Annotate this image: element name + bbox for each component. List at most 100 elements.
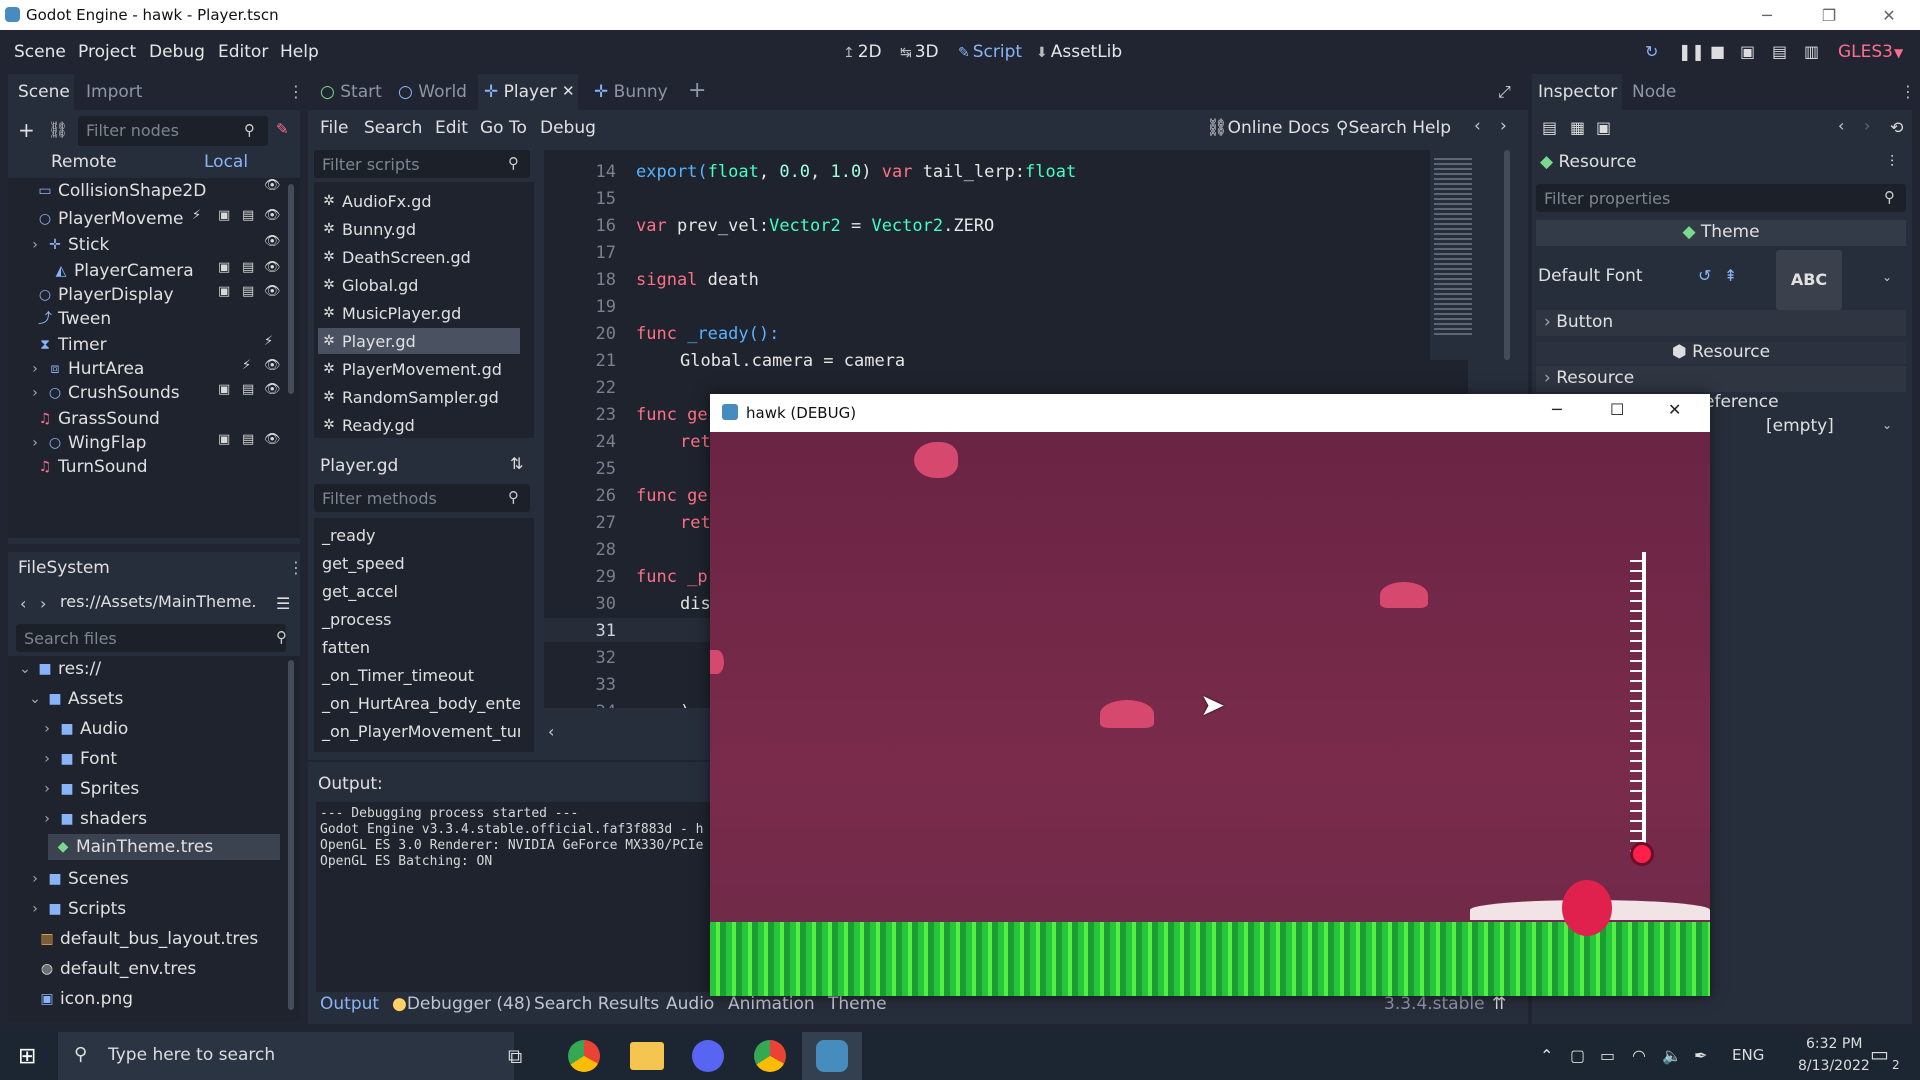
volume-icon[interactable]: 🔈 bbox=[1662, 1046, 1682, 1065]
link-icon[interactable]: ⛓ bbox=[48, 120, 68, 139]
method-item[interactable]: _on_Timer_timeout bbox=[318, 662, 520, 688]
forward-icon[interactable]: › bbox=[40, 594, 46, 613]
menu-debug[interactable]: Debug bbox=[149, 42, 205, 62]
workspace-script[interactable]: ✎ Script bbox=[958, 42, 1022, 62]
fs-icon-png[interactable]: ▣ icon.png bbox=[40, 986, 133, 1012]
visibility-icon[interactable]: 👁 bbox=[264, 260, 281, 275]
visibility-icon[interactable]: 👁 bbox=[264, 208, 281, 223]
workspace-3d[interactable]: ↹ 3D bbox=[900, 42, 939, 62]
battery-icon[interactable]: ▭ bbox=[1600, 1046, 1615, 1065]
method-item[interactable]: get_accel bbox=[318, 578, 520, 604]
fs-scenes[interactable]: › ■ Scenes bbox=[28, 866, 129, 892]
fs-default-env[interactable]: ◍ default_env.tres bbox=[40, 956, 196, 982]
button-section[interactable]: › Button bbox=[1536, 310, 1906, 336]
clock-time[interactable]: 6:32 PM bbox=[1806, 1036, 1862, 1052]
tab-import[interactable]: Import bbox=[86, 82, 142, 102]
history-icon[interactable]: ⟲ bbox=[1890, 118, 1903, 137]
tab-theme[interactable]: Theme bbox=[828, 994, 887, 1014]
fs-maintheme[interactable]: ◆ MainTheme.tres bbox=[48, 834, 280, 860]
edited-resource[interactable]: ◆ Resource bbox=[1540, 152, 1636, 172]
method-item[interactable]: fatten bbox=[318, 634, 520, 660]
script-item[interactable]: ✲ Bunny.gd bbox=[318, 216, 520, 242]
search-help-button[interactable]: ⚲Search Help bbox=[1336, 118, 1451, 138]
fs-assets[interactable]: ⌄ ■ Assets bbox=[28, 686, 123, 712]
node-timer[interactable]: ⧗ Timer bbox=[38, 332, 107, 358]
chevron-up-icon[interactable]: ⌃ bbox=[1540, 1046, 1553, 1065]
game-debug-window[interactable]: hawk (DEBUG) ─ ☐ ✕ ➤ bbox=[710, 394, 1710, 996]
filter-scripts-input[interactable]: Filter scripts bbox=[314, 150, 530, 178]
maximize-icon[interactable]: ☐ bbox=[1610, 400, 1624, 419]
save-icon[interactable]: ▣ bbox=[1596, 118, 1611, 137]
script-menu-edit[interactable]: Edit bbox=[435, 118, 468, 138]
remote-tab[interactable]: Remote bbox=[51, 152, 117, 172]
scrollbar[interactable] bbox=[1504, 150, 1510, 360]
movie-icon[interactable]: ▥ bbox=[1804, 42, 1819, 61]
node-tween[interactable]: ⤴ Tween bbox=[38, 306, 111, 332]
minimap[interactable] bbox=[1430, 150, 1476, 360]
font-preview[interactable]: ABC bbox=[1776, 250, 1842, 310]
script-item[interactable]: ✲ MusicPlayer.gd bbox=[318, 300, 520, 326]
method-item[interactable]: get_speed bbox=[318, 550, 520, 576]
script-icon[interactable]: ▤ bbox=[242, 260, 254, 275]
tab-output[interactable]: Output bbox=[320, 994, 379, 1014]
add-node-icon[interactable]: + bbox=[18, 118, 35, 142]
chrome-icon[interactable] bbox=[754, 1040, 786, 1072]
node-hurtarea[interactable]: › ⧈ HurtArea bbox=[28, 356, 144, 382]
node-playercamera[interactable]: ◭ PlayerCamera bbox=[54, 258, 194, 284]
stop-icon[interactable]: ■ bbox=[1710, 42, 1725, 61]
play-scene-icon[interactable]: ▣ bbox=[1740, 42, 1755, 61]
filter-methods-input[interactable]: Filter methods bbox=[314, 484, 530, 512]
node-turnsound[interactable]: ♫ TurnSound bbox=[38, 454, 148, 480]
minimize-icon[interactable]: ─ bbox=[1744, 0, 1790, 30]
sort-icon[interactable]: ⇅ bbox=[510, 454, 523, 473]
tab-inspector[interactable]: Inspector bbox=[1538, 82, 1617, 102]
chevron-down-icon[interactable]: ⌄ bbox=[1882, 270, 1892, 284]
tab-search-results[interactable]: Search Results bbox=[534, 994, 659, 1014]
filter-properties-input[interactable]: Filter properties bbox=[1536, 184, 1906, 212]
collapse-panel-icon[interactable]: ‹ bbox=[548, 722, 554, 741]
method-item[interactable]: _on_PlayerMovement_turn bbox=[318, 718, 520, 744]
pin-icon[interactable]: ⇞ bbox=[1724, 266, 1737, 285]
script-menu-file[interactable]: File bbox=[320, 118, 348, 138]
fs-default-bus-layout[interactable]: ▥ default_bus_layout.tres bbox=[40, 926, 258, 952]
workspace-assetlib[interactable]: ⬇ AssetLib bbox=[1036, 42, 1122, 62]
new-resource-icon[interactable]: ▤ bbox=[1542, 118, 1557, 137]
script-item[interactable]: ✲ RandomSampler.gd bbox=[318, 384, 520, 410]
back-icon[interactable]: ‹ bbox=[20, 594, 26, 613]
tab-animation[interactable]: Animation bbox=[728, 994, 815, 1014]
fs-shaders[interactable]: › ■ shaders bbox=[40, 806, 147, 832]
tab-start[interactable]: ○ Start bbox=[320, 82, 382, 102]
tray-icon[interactable]: ▢ bbox=[1570, 1046, 1585, 1065]
fs-font[interactable]: › ■ Font bbox=[40, 746, 117, 772]
node-wingflap[interactable]: › ○ WingFlap bbox=[28, 430, 146, 456]
node-playerdisplay[interactable]: ○ PlayerDisplay bbox=[38, 282, 174, 308]
pause-icon[interactable]: ❚❚ bbox=[1678, 42, 1705, 61]
chevron-down-icon[interactable]: ⌄ bbox=[1882, 418, 1892, 432]
script-menu-debug[interactable]: Debug bbox=[540, 118, 596, 138]
node-collisionshape2d[interactable]: ▭ CollisionShape2D bbox=[38, 178, 206, 204]
back-icon[interactable]: ‹ bbox=[1474, 116, 1481, 136]
play-custom-icon[interactable]: ▤ bbox=[1772, 42, 1787, 61]
method-item[interactable]: _on_HurtArea_body_entere bbox=[318, 690, 520, 716]
script-item-selected[interactable]: ✲ Player.gd bbox=[318, 328, 520, 354]
open-folder-icon[interactable]: ▦ bbox=[1570, 118, 1585, 137]
local-tab[interactable]: Local bbox=[204, 152, 248, 172]
tab-node[interactable]: Node bbox=[1632, 82, 1676, 102]
menu-dots-icon[interactable]: ⋮ bbox=[1900, 82, 1916, 101]
resource-section[interactable]: › Resource bbox=[1536, 366, 1906, 392]
script-item[interactable]: ✲ AudioFx.gd bbox=[318, 188, 520, 214]
online-docs-button[interactable]: ⛓Online Docs bbox=[1206, 118, 1330, 138]
script-icon[interactable]: ▤ bbox=[242, 284, 254, 299]
fs-res[interactable]: ⌄ ■ res:// bbox=[18, 656, 101, 682]
script-attach-icon[interactable]: ✎ bbox=[276, 120, 289, 138]
menu-editor[interactable]: Editor bbox=[218, 42, 268, 62]
close-icon[interactable]: ✕ bbox=[1866, 0, 1912, 30]
renderer-select[interactable]: GLES3 bbox=[1838, 42, 1893, 62]
forward-icon[interactable]: › bbox=[1500, 116, 1507, 136]
visibility-icon[interactable]: 👁 bbox=[264, 284, 281, 299]
empty-value[interactable]: [empty] bbox=[1766, 416, 1834, 436]
node-stick[interactable]: › ✛ Stick bbox=[28, 232, 109, 258]
script-item[interactable]: ✲ DeathScreen.gd bbox=[318, 244, 520, 270]
tab-bunny[interactable]: ✛ Bunny bbox=[594, 82, 668, 102]
script-item[interactable]: ✲ PlayerMovement.gd bbox=[318, 356, 520, 382]
